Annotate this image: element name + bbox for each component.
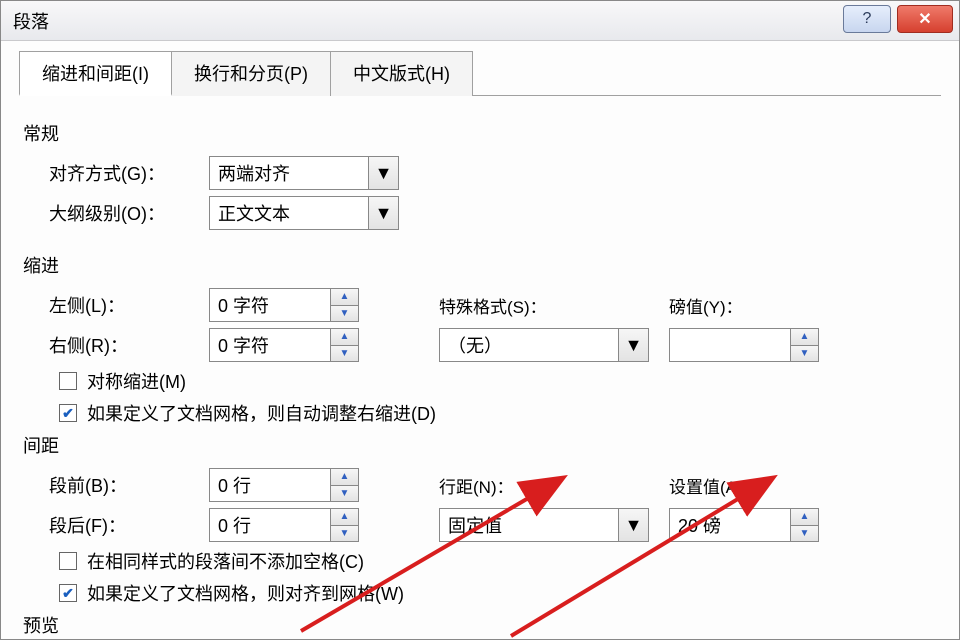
help-button[interactable]: ? xyxy=(843,5,891,33)
right-indent-spinner[interactable]: 0 字符 ▲▼ xyxy=(209,328,359,362)
no-space-same-style-checkbox[interactable] xyxy=(59,552,77,570)
dialog-body: 缩进和间距(I) 换行和分页(P) 中文版式(H) 常规 对齐方式(G)： 两端… xyxy=(1,41,959,640)
snap-grid-checkbox[interactable] xyxy=(59,584,77,602)
space-before-value: 0 行 xyxy=(218,472,251,498)
space-after-value: 0 行 xyxy=(218,512,251,538)
spinner-buttons[interactable]: ▲▼ xyxy=(330,289,358,321)
paragraph-dialog: 段落 ? ✕ 缩进和间距(I) 换行和分页(P) 中文版式(H) 常规 对齐方式… xyxy=(0,0,960,640)
tab-panel: 常规 对齐方式(G)： 两端对齐 ▼ 大纲级别(O)： 正文文本 ▼ 缩进 左侧… xyxy=(19,95,941,640)
snap-grid-label: 如果定义了文档网格，则对齐到网格(W) xyxy=(87,580,404,606)
space-before-label: 段前(B)： xyxy=(19,472,209,498)
line-spacing-value: 固定值 xyxy=(448,512,502,538)
section-indent: 缩进 xyxy=(23,252,941,278)
line-spacing-select[interactable]: 固定值 ▼ xyxy=(439,508,649,542)
dropdown-arrow-icon: ▼ xyxy=(618,329,648,361)
window-title: 段落 xyxy=(13,8,49,34)
alignment-value: 两端对齐 xyxy=(218,160,290,186)
tab-indent-spacing[interactable]: 缩进和间距(I) xyxy=(19,51,172,96)
tab-strip: 缩进和间距(I) 换行和分页(P) 中文版式(H) xyxy=(19,51,941,96)
spinner-buttons[interactable]: ▲▼ xyxy=(330,329,358,361)
left-indent-value: 0 字符 xyxy=(218,292,269,318)
tab-cjk-layout[interactable]: 中文版式(H) xyxy=(330,51,473,96)
outline-label: 大纲级别(O)： xyxy=(19,200,209,226)
alignment-select[interactable]: 两端对齐 ▼ xyxy=(209,156,399,190)
special-format-value: （无） xyxy=(448,332,502,358)
dropdown-arrow-icon: ▼ xyxy=(368,157,398,189)
close-button[interactable]: ✕ xyxy=(897,5,953,33)
mirror-indent-label: 对称缩进(M) xyxy=(87,368,186,394)
section-spacing: 间距 xyxy=(23,432,941,458)
spinner-buttons[interactable]: ▲▼ xyxy=(790,329,818,361)
at-label: 设置值(A)： xyxy=(669,473,819,498)
space-after-spinner[interactable]: 0 行 ▲▼ xyxy=(209,508,359,542)
window-controls: ? ✕ xyxy=(843,5,953,33)
section-general: 常规 xyxy=(23,120,941,146)
no-space-same-style-label: 在相同样式的段落间不添加空格(C) xyxy=(87,548,364,574)
at-value: 20 磅 xyxy=(678,512,721,538)
tab-line-page[interactable]: 换行和分页(P) xyxy=(171,51,331,96)
dropdown-arrow-icon: ▼ xyxy=(368,197,398,229)
at-spinner[interactable]: 20 磅 ▲▼ xyxy=(669,508,819,542)
outline-select[interactable]: 正文文本 ▼ xyxy=(209,196,399,230)
spinner-buttons[interactable]: ▲▼ xyxy=(330,469,358,501)
left-indent-label: 左侧(L)： xyxy=(19,292,209,318)
auto-adjust-right-checkbox[interactable] xyxy=(59,404,77,422)
by-spinner[interactable]: ▲▼ xyxy=(669,328,819,362)
special-format-label: 特殊格式(S)： xyxy=(439,293,639,318)
titlebar: 段落 ? ✕ xyxy=(1,1,959,41)
outline-value: 正文文本 xyxy=(218,200,290,226)
line-spacing-label: 行距(N)： xyxy=(439,473,639,498)
auto-adjust-right-label: 如果定义了文档网格，则自动调整右缩进(D) xyxy=(87,400,436,426)
alignment-label: 对齐方式(G)： xyxy=(19,160,209,186)
dropdown-arrow-icon: ▼ xyxy=(618,509,648,541)
mirror-indent-checkbox[interactable] xyxy=(59,372,77,390)
left-indent-spinner[interactable]: 0 字符 ▲▼ xyxy=(209,288,359,322)
space-after-label: 段后(F)： xyxy=(19,512,209,538)
right-indent-label: 右侧(R)： xyxy=(19,332,209,358)
spinner-buttons[interactable]: ▲▼ xyxy=(790,509,818,541)
spinner-buttons[interactable]: ▲▼ xyxy=(330,509,358,541)
section-preview: 预览 xyxy=(23,612,941,638)
special-format-select[interactable]: （无） ▼ xyxy=(439,328,649,362)
space-before-spinner[interactable]: 0 行 ▲▼ xyxy=(209,468,359,502)
right-indent-value: 0 字符 xyxy=(218,332,269,358)
by-label: 磅值(Y)： xyxy=(669,293,819,318)
